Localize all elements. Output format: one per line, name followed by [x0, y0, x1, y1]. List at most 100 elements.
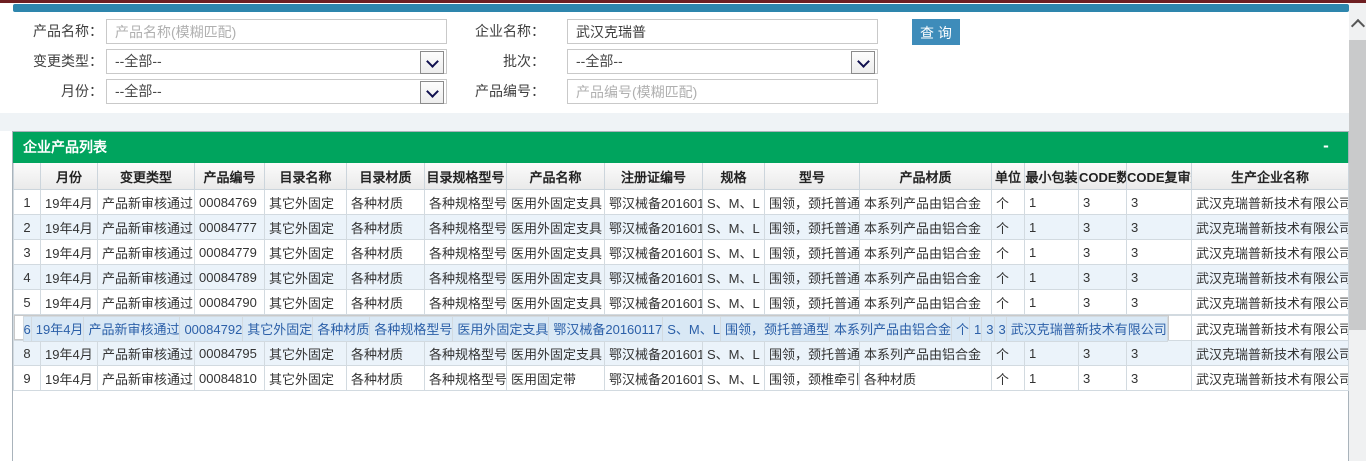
- table-cell: 1: [1025, 290, 1079, 315]
- table-cell: 鄂汉械备20160117: [605, 240, 703, 265]
- table-cell: 3: [1127, 265, 1192, 290]
- table-cell: 武汉克瑞普新技术有限公司: [1006, 317, 1167, 342]
- table-cell: 3: [1127, 366, 1192, 391]
- product-name-input[interactable]: [106, 19, 447, 44]
- product-code-input[interactable]: [567, 79, 878, 104]
- panel-title: 企业产品列表: [13, 132, 1348, 163]
- column-header: 单位: [992, 163, 1025, 190]
- table-cell: 3: [1079, 341, 1127, 366]
- table-cell: 3: [1079, 290, 1127, 315]
- column-header: 型号: [765, 163, 860, 190]
- company-name-input[interactable]: [567, 19, 878, 44]
- table-cell: 19年4月: [41, 215, 98, 240]
- product-name-label: 产品名称：: [0, 19, 103, 44]
- table-cell: 19年4月: [41, 265, 98, 290]
- table-cell: 产品新审核通过: [98, 290, 195, 315]
- column-header: 产品编号: [195, 163, 265, 190]
- table-cell: 鄂汉械备20160147: [605, 366, 703, 391]
- table-cell: 19年4月: [41, 290, 98, 315]
- table-cell: 鄂汉械备20160117: [605, 190, 703, 215]
- table-cell: 医用固定带: [507, 366, 605, 391]
- table-row[interactable]: 819年4月产品新审核通过00084795其它外固定各种材质各种规格型号医用外固…: [14, 341, 1349, 366]
- table-cell: 3: [1127, 341, 1192, 366]
- table-cell: 各种材质: [347, 341, 425, 366]
- table-cell: 个: [992, 290, 1025, 315]
- table-cell: 19年4月: [41, 366, 98, 391]
- table-cell: 19年4月: [31, 317, 84, 342]
- table-cell: 1: [1025, 341, 1079, 366]
- table-cell: 各种材质: [347, 240, 425, 265]
- table-cell: 3: [1079, 215, 1127, 240]
- table-row[interactable]: 519年4月产品新审核通过00084790其它外固定各种材质各种规格型号医用外固…: [14, 290, 1349, 315]
- table-cell: 本系列产品由铝合金: [860, 265, 992, 290]
- month-label: 月份：: [0, 79, 103, 104]
- product-list-panel: 企业产品列表 - 月份变更类型产品编号目录名称目录材质目录规格型号产品名称注册证…: [12, 131, 1349, 461]
- table-cell: 00084792: [180, 317, 243, 342]
- search-button[interactable]: 查 询: [912, 19, 960, 45]
- table-cell: 2: [14, 215, 41, 240]
- table-cell: 各种规格型号: [425, 341, 507, 366]
- table-cell: 1: [14, 190, 41, 215]
- table-cell: 3: [14, 240, 41, 265]
- table-cell: 各种材质: [860, 366, 992, 391]
- table-cell: 6: [23, 317, 31, 342]
- table-cell: 武汉克瑞普新技术有限公司: [1192, 265, 1349, 290]
- table-row[interactable]: 419年4月产品新审核通过00084789其它外固定各种材质各种规格型号医用外固…: [14, 265, 1349, 290]
- app-screen: 产品名称： 企业名称： 查 询 变更类型： --全部-- 批次： --全部-- …: [0, 0, 1366, 461]
- table-cell: 其它外固定: [243, 317, 313, 342]
- table-cell: 1: [1025, 265, 1079, 290]
- table-cell: 个: [992, 240, 1025, 265]
- table-cell: 武汉克瑞普新技术有限公司: [1192, 190, 1349, 215]
- table-cell: 各种规格型号: [425, 215, 507, 240]
- column-header: CODE复审数: [1127, 163, 1192, 190]
- column-header: 生产企业名称: [1192, 163, 1349, 190]
- table-cell: 本系列产品由铝合金: [860, 190, 992, 215]
- table-cell: 00084769: [195, 190, 265, 215]
- table-cell: 其它外固定: [265, 215, 347, 240]
- vertical-scrollbar-thumb[interactable]: [1349, 40, 1366, 330]
- table-cell: 武汉克瑞普新技术有限公司: [1192, 215, 1349, 240]
- table-cell: 本系列产品由铝合金: [830, 317, 952, 342]
- table-row[interactable]: 319年4月产品新审核通过00084779其它外固定各种材质各种规格型号医用外固…: [14, 240, 1349, 265]
- table-cell: 各种规格型号: [425, 240, 507, 265]
- table-cell: 9: [14, 366, 41, 391]
- table-cell: S、M、L: [703, 265, 765, 290]
- table-cell: 各种材质: [347, 366, 425, 391]
- table-cell: 武汉克瑞普新技术有限公司: [1192, 290, 1349, 315]
- table-cell: 产品新审核通过: [98, 341, 195, 366]
- table-row[interactable]: 119年4月产品新审核通过00084769其它外固定各种材质各种规格型号医用外固…: [14, 190, 1349, 215]
- table-cell: 围领，颈托普通型: [765, 265, 860, 290]
- table-cell: 鄂汉械备20160117: [605, 341, 703, 366]
- table-cell: 个: [952, 317, 970, 342]
- table-cell: 3: [1079, 265, 1127, 290]
- table-cell: 医用外固定支具: [453, 317, 549, 342]
- panel-header: 企业产品列表 -: [13, 132, 1348, 163]
- scroll-up-button[interactable]: [1349, 12, 1366, 36]
- table-cell: 其它外固定: [265, 341, 347, 366]
- company-name-label: 企业名称：: [430, 19, 545, 44]
- table-cell: 1: [1025, 240, 1079, 265]
- table-cell: 围领，颈椎牵引带: [765, 366, 860, 391]
- table-cell: 各种材质: [347, 215, 425, 240]
- change-type-select[interactable]: --全部--: [106, 49, 447, 74]
- batch-select[interactable]: --全部--: [567, 49, 878, 74]
- table-cell: 1: [970, 317, 982, 342]
- table-cell: 个: [992, 190, 1025, 215]
- table-cell: 个: [992, 265, 1025, 290]
- table-row[interactable]: 619年4月产品新审核通过00084792其它外固定各种材质各种规格型号医用外固…: [14, 315, 1169, 340]
- table-cell: 其它外固定: [265, 290, 347, 315]
- table-row[interactable]: 219年4月产品新审核通过00084777其它外固定各种材质各种规格型号医用外固…: [14, 215, 1349, 240]
- table-row[interactable]: 919年4月产品新审核通过00084810其它外固定各种材质各种规格型号医用固定…: [14, 366, 1349, 391]
- table-cell: 围领，颈托普通型: [765, 290, 860, 315]
- month-select[interactable]: --全部--: [106, 79, 447, 104]
- section-divider: [0, 113, 1366, 131]
- table-cell: 00084789: [195, 265, 265, 290]
- table-cell: 产品新审核通过: [98, 240, 195, 265]
- collapse-panel-button[interactable]: -: [1316, 132, 1336, 163]
- table-cell: S、M、L: [703, 190, 765, 215]
- table-cell: 产品新审核通过: [98, 190, 195, 215]
- table-cell: 1: [1025, 366, 1079, 391]
- chevron-down-icon[interactable]: [851, 51, 875, 74]
- table-cell: 1: [1025, 190, 1079, 215]
- column-header: 注册证编号: [605, 163, 703, 190]
